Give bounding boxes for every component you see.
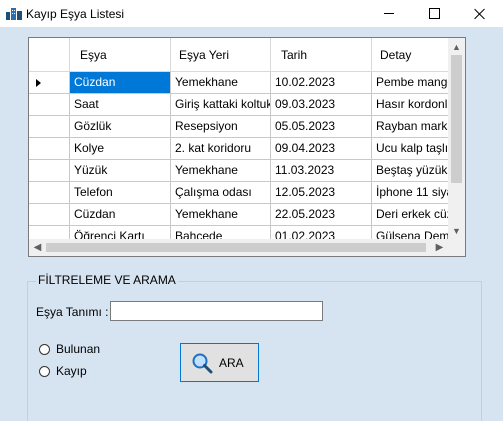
radio-kayip-circle[interactable] — [39, 365, 50, 377]
table-cell[interactable]: Çalışma odası — [171, 182, 271, 204]
buildings-icon — [6, 8, 22, 20]
maximize-icon — [428, 8, 440, 19]
scroll-left-arrow-icon[interactable]: ◀ — [29, 239, 46, 256]
table-cell[interactable]: 2. kat koridoru — [171, 138, 271, 160]
table-cell[interactable]: Yüzük — [70, 160, 171, 182]
table-cell[interactable]: Yemekhane — [171, 72, 271, 94]
scroll-up-arrow-icon[interactable]: ▲ — [448, 38, 465, 55]
scrollbar-corner — [448, 239, 465, 256]
table-cell[interactable]: 11.03.2023 — [271, 160, 372, 182]
filter-group-title: FİLTRELEME VE ARAMA — [36, 273, 178, 287]
grid-body: Cüzdan Yemekhane 10.02.2023 Pembe mango … — [29, 72, 465, 248]
column-header-tarih[interactable]: Tarih — [271, 38, 372, 72]
table-cell[interactable]: 09.03.2023 — [271, 94, 372, 116]
vertical-scrollbar[interactable]: ▲ ▼ — [448, 38, 465, 239]
current-row-arrow-icon — [36, 79, 41, 87]
table-row[interactable]: Kolye 2. kat koridoru 09.04.2023 Ucu kal… — [29, 138, 465, 160]
table-row[interactable]: Gözlük Resepsiyon 05.05.2023 Rayban mark… — [29, 116, 465, 138]
close-icon — [474, 8, 486, 20]
table-cell[interactable]: 10.02.2023 — [271, 72, 372, 94]
radio-bulunan-label[interactable]: Bulunan — [56, 342, 100, 356]
row-header[interactable] — [29, 182, 70, 204]
maximize-button[interactable] — [411, 0, 457, 27]
table-cell[interactable]: Saat — [70, 94, 171, 116]
table-cell[interactable]: Telefon — [70, 182, 171, 204]
column-header-esya[interactable]: Eşya — [70, 38, 171, 72]
magnifier-icon — [192, 353, 213, 373]
minimize-icon — [384, 13, 394, 14]
radio-kayip[interactable]: Kayıp — [39, 364, 87, 378]
row-header[interactable] — [29, 116, 70, 138]
table-cell[interactable]: Yemekhane — [171, 204, 271, 226]
table-cell[interactable]: Giriş kattaki koltuk — [171, 94, 271, 116]
search-button-label: ARA — [219, 355, 244, 370]
table-cell[interactable]: Kolye — [70, 138, 171, 160]
horizontal-scroll-thumb[interactable] — [46, 243, 426, 252]
row-header[interactable] — [29, 72, 70, 94]
horizontal-scrollbar[interactable]: ◀ ▶ — [29, 239, 448, 256]
radio-bulunan-circle[interactable] — [39, 343, 50, 355]
radio-bulunan[interactable]: Bulunan — [39, 342, 100, 356]
minimize-button[interactable] — [366, 0, 412, 27]
table-row[interactable]: Yüzük Yemekhane 11.03.2023 Beştaş yüzük — [29, 160, 465, 182]
table-cell[interactable]: Yemekhane — [171, 160, 271, 182]
grid-header: Eşya Eşya Yeri Tarih Detay — [29, 38, 465, 72]
row-header[interactable] — [29, 204, 70, 226]
table-cell[interactable]: Resepsiyon — [171, 116, 271, 138]
vertical-scroll-thumb[interactable] — [451, 55, 462, 183]
table-cell[interactable]: Cüzdan — [70, 72, 171, 94]
table-cell[interactable]: Cüzdan — [70, 204, 171, 226]
title-bar: Kayıp Eşya Listesi — [0, 0, 503, 27]
table-row[interactable]: Saat Giriş kattaki koltuk 09.03.2023 Has… — [29, 94, 465, 116]
header-corner — [29, 38, 70, 72]
table-cell[interactable]: 05.05.2023 — [271, 116, 372, 138]
esya-input[interactable] — [110, 301, 323, 321]
esya-label: Eşya Tanımı : — [36, 305, 109, 319]
scroll-down-arrow-icon[interactable]: ▼ — [448, 222, 465, 239]
table-cell[interactable]: 09.04.2023 — [271, 138, 372, 160]
column-header-esya-yeri[interactable]: Eşya Yeri — [171, 38, 271, 72]
table-row[interactable]: Telefon Çalışma odası 12.05.2023 İphone … — [29, 182, 465, 204]
row-header[interactable] — [29, 138, 70, 160]
row-header[interactable] — [29, 160, 70, 182]
radio-kayip-label[interactable]: Kayıp — [56, 364, 87, 378]
row-header[interactable] — [29, 94, 70, 116]
search-button[interactable]: ARA — [180, 343, 259, 382]
table-cell[interactable]: Gözlük — [70, 116, 171, 138]
scroll-right-arrow-icon[interactable]: ▶ — [431, 239, 448, 256]
table-row[interactable]: Cüzdan Yemekhane 10.02.2023 Pembe mango … — [29, 72, 465, 94]
close-button[interactable] — [457, 0, 503, 27]
window-title: Kayıp Eşya Listesi — [26, 7, 125, 21]
items-grid[interactable]: Eşya Eşya Yeri Tarih Detay Cüzdan Yemekh… — [28, 37, 466, 257]
table-cell[interactable]: 22.05.2023 — [271, 204, 372, 226]
table-cell[interactable]: 12.05.2023 — [271, 182, 372, 204]
table-row[interactable]: Cüzdan Yemekhane 22.05.2023 Deri erkek c… — [29, 204, 465, 226]
